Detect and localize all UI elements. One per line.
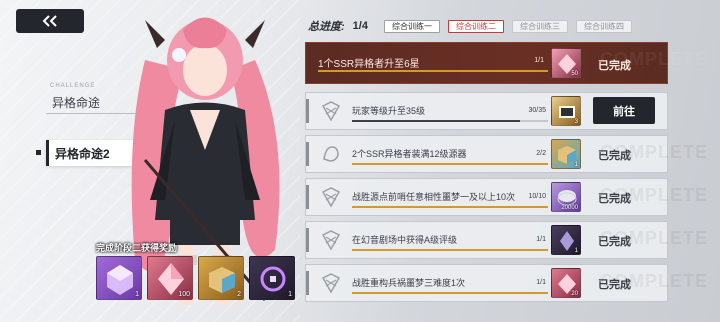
task-description: 战胜重构兵祸噩梦三难度1次	[352, 278, 466, 288]
back-button[interactable]	[16, 9, 84, 33]
task-row: 2个SSR异格者装满12级源器 2/2 1 COMPLETE 已完成	[305, 135, 707, 173]
sidebar-item-label: 异格命途	[52, 96, 101, 110]
task-description: 在幻音剧场中获得A级评级	[352, 235, 458, 245]
stage-reward-title: 完成阶段二获得奖励	[96, 243, 178, 253]
reward-item[interactable]: 100	[147, 256, 193, 300]
task-row: 战胜重构兵祸噩梦三难度1次 1/1 20 COMPLETE 已完成	[305, 264, 707, 302]
task-description: 1个SSR异格者升至6星	[318, 59, 420, 70]
sidebar-item-label: 异格命途2	[55, 146, 110, 161]
task-description: 战胜源点前哨任意相性噩梦一及以上10次	[352, 192, 516, 202]
task-reward-item[interactable]: 1	[551, 225, 581, 255]
task-progress-bar	[352, 206, 548, 208]
task-progress: 1/1	[536, 279, 546, 286]
task-status: 已完成	[598, 279, 631, 291]
task-progress: 1/1	[534, 57, 544, 64]
task-reward-item[interactable]: 3	[551, 96, 581, 126]
task-progress-bar	[352, 249, 548, 251]
tab-training-1[interactable]: 综合训练一	[383, 19, 440, 33]
task-emblem-icon	[315, 267, 347, 299]
task-progress: 2/2	[536, 150, 546, 157]
reward-item[interactable]: 1	[96, 256, 142, 300]
reward-item[interactable]: 2	[198, 256, 244, 300]
progress-value: 1/4	[352, 20, 368, 32]
task-emblem-icon	[315, 224, 347, 256]
reward-count: 1	[288, 291, 292, 298]
task-reward-count: 20000	[561, 205, 578, 211]
task-description: 2个SSR异格者装满12级源器	[352, 149, 467, 159]
task-row: 玩家等级升至35级 30/35 3 前往	[305, 92, 668, 130]
task-emblem-icon	[315, 138, 347, 170]
reward-count: 1	[135, 291, 139, 298]
task-progress-bar	[318, 70, 548, 72]
task-reward-item[interactable]: 20	[551, 268, 581, 298]
task-reward-item[interactable]: 20000	[551, 182, 581, 212]
sidebar-caption: CHALLENGE	[50, 83, 96, 89]
task-progress: 1/1	[536, 236, 546, 243]
reward-count: 100	[178, 291, 190, 298]
task-progress: 30/35	[528, 107, 546, 114]
task-reward-count: 3	[574, 119, 578, 125]
task-reward-item[interactable]: 1	[551, 139, 581, 169]
reward-count: 2	[237, 291, 241, 298]
task-reward-count: 1	[574, 162, 578, 168]
tab-training-4[interactable]: 综合训练四	[575, 19, 632, 33]
reward-item[interactable]: 1	[249, 256, 295, 300]
task-description: 玩家等级升至35级	[352, 106, 426, 116]
task-emblem-icon	[315, 181, 347, 213]
task-emblem-icon	[315, 95, 347, 127]
task-progress: 10/10	[528, 193, 546, 200]
task-row: 1个SSR异格者升至6星 1/1 50 COMPLETE 已完成	[305, 42, 707, 84]
progress-label: 总进度:	[308, 21, 345, 33]
task-status: 已完成	[598, 60, 631, 72]
active-bullet	[36, 150, 41, 155]
task-status: 已完成	[598, 236, 631, 248]
progress-header: 总进度: 1/4 综合训练一 综合训练二 综合训练三 综合训练四	[308, 18, 632, 34]
double-chevron-left-icon	[42, 15, 57, 27]
task-status: 已完成	[598, 193, 631, 205]
task-progress-bar	[352, 120, 548, 122]
task-progress-bar	[352, 292, 548, 294]
task-reward-count: 1	[574, 248, 578, 254]
task-reward-count: 20	[571, 291, 578, 297]
task-reward-count: 50	[571, 71, 578, 77]
tab-training-2[interactable]: 综合训练二	[447, 19, 504, 33]
task-progress-bar	[352, 163, 548, 165]
task-row: 在幻音剧场中获得A级评级 1/1 1 COMPLETE 已完成	[305, 221, 707, 259]
stage-reward-list: 1 100 2 1	[96, 256, 295, 300]
task-row: 战胜源点前哨任意相性噩梦一及以上10次 10/10 20000 COMPLETE…	[305, 178, 707, 216]
task-status: 已完成	[598, 150, 631, 162]
tab-training-3[interactable]: 综合训练三	[511, 19, 568, 33]
go-button[interactable]: 前往	[593, 97, 655, 124]
task-reward-item[interactable]: 50	[551, 48, 581, 78]
